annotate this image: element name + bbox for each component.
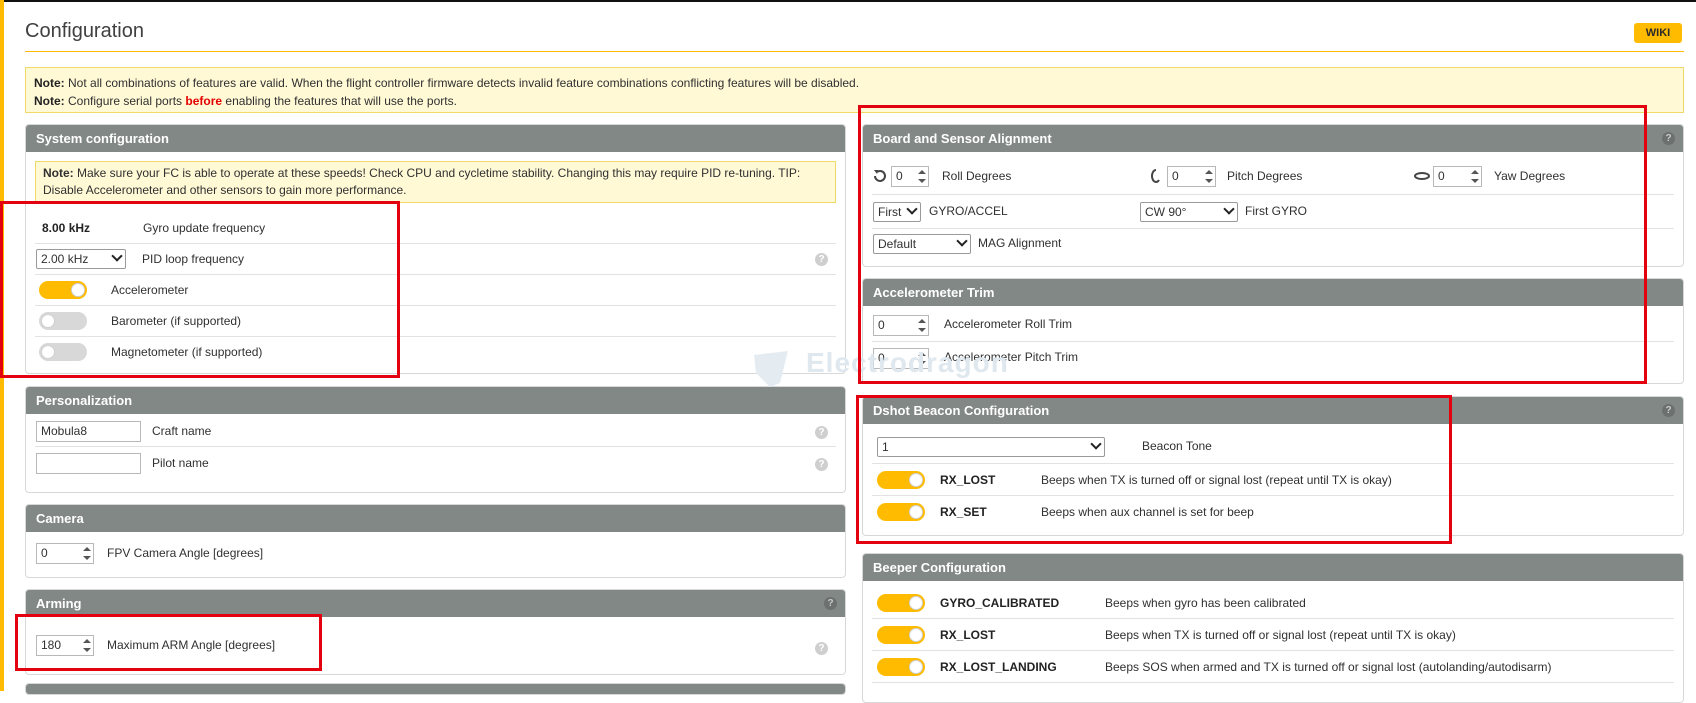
camera-angle-row: 0 FPV Camera Angle [degrees] bbox=[35, 538, 836, 569]
craft-name-label: Craft name bbox=[152, 424, 212, 438]
pilot-name-row: Pilot name ? bbox=[35, 448, 836, 479]
beeper-rx-lost-desc: Beeps when TX is turned off or signal lo… bbox=[1105, 628, 1456, 642]
system-note: Note: Make sure your FC is able to opera… bbox=[35, 161, 836, 203]
highlight-box bbox=[0, 201, 400, 378]
beeper-rx-lost-landing-name: RX_LOST_LANDING bbox=[940, 660, 1057, 674]
pilot-name-input[interactable] bbox=[36, 453, 141, 474]
beeper-rx-lost-toggle[interactable] bbox=[877, 626, 925, 644]
camera-angle-label: FPV Camera Angle [degrees] bbox=[107, 546, 264, 560]
help-icon[interactable]: ? bbox=[1662, 404, 1675, 417]
beeper-gyro-calibrated-name: GYRO_CALIBRATED bbox=[940, 596, 1060, 610]
note-text: Not all combinations of features are val… bbox=[64, 76, 860, 90]
panel-title: Personalization bbox=[26, 387, 845, 414]
page-header: Configuration WIKI bbox=[25, 14, 1684, 52]
spinner-icon[interactable] bbox=[83, 546, 91, 561]
beeper-gyro-calibrated-row: GYRO_CALIBRATED Beeps when gyro has been… bbox=[872, 587, 1674, 619]
camera-panel: Camera 0 FPV Camera Angle [degrees] bbox=[25, 504, 846, 578]
panel-title: System configuration bbox=[26, 125, 845, 152]
panel-title: Beeper Configuration bbox=[863, 554, 1683, 581]
watermark-logo bbox=[754, 351, 788, 387]
highlight-box bbox=[856, 395, 1452, 544]
beeper-configuration-panel: Beeper Configuration GYRO_CALIBRATED Bee… bbox=[862, 553, 1684, 703]
next-panel bbox=[25, 683, 846, 695]
beeper-rx-lost-landing-toggle[interactable] bbox=[877, 658, 925, 676]
beeper-rx-lost-landing-desc: Beeps SOS when armed and TX is turned of… bbox=[1105, 660, 1552, 674]
top-border bbox=[0, 0, 1696, 2]
help-icon[interactable]: ? bbox=[815, 426, 828, 439]
camera-angle-value: 0 bbox=[41, 546, 48, 560]
help-icon[interactable]: ? bbox=[815, 642, 828, 655]
beeper-rx-lost-landing-row: RX_LOST_LANDING Beeps SOS when armed and… bbox=[872, 651, 1674, 683]
highlight-box bbox=[858, 105, 1647, 384]
wiki-button[interactable]: WIKI bbox=[1634, 23, 1682, 43]
camera-angle-input[interactable]: 0 bbox=[36, 543, 94, 564]
beeper-gyro-calibrated-desc: Beeps when gyro has been calibrated bbox=[1105, 596, 1306, 610]
craft-name-input[interactable]: Mobula8 bbox=[36, 421, 141, 442]
note-text: Make sure your FC is able to operate at … bbox=[43, 166, 801, 197]
note-text: enabling the features that will use the … bbox=[222, 94, 457, 108]
toggle-knob bbox=[909, 628, 923, 642]
highlight-box bbox=[15, 614, 322, 671]
beeper-rx-lost-row: RX_LOST Beeps when TX is turned off or s… bbox=[872, 619, 1674, 651]
page-title: Configuration bbox=[25, 20, 144, 42]
note-prefix: Note: bbox=[34, 76, 65, 90]
toggle-knob bbox=[909, 596, 923, 610]
personalization-panel: Personalization Mobula8 Craft name ? Pil… bbox=[25, 386, 846, 493]
craft-name-row: Mobula8 Craft name ? bbox=[35, 416, 836, 447]
panel-header-bar bbox=[26, 684, 845, 694]
pilot-name-label: Pilot name bbox=[152, 456, 209, 470]
note-text: Configure serial ports bbox=[64, 94, 186, 108]
help-icon[interactable]: ? bbox=[815, 253, 828, 266]
panel-title: Camera bbox=[26, 505, 845, 532]
help-icon[interactable]: ? bbox=[824, 597, 837, 610]
toggle-knob bbox=[909, 660, 923, 674]
beeper-rx-lost-name: RX_LOST bbox=[940, 628, 996, 642]
note-prefix: Note: bbox=[43, 166, 74, 180]
note-emphasis: before bbox=[185, 94, 223, 108]
help-icon[interactable]: ? bbox=[1662, 132, 1675, 145]
note-prefix: Note: bbox=[34, 94, 65, 108]
panel-title: Arming ? bbox=[26, 590, 845, 617]
beeper-gyro-calibrated-toggle[interactable] bbox=[877, 594, 925, 612]
help-icon[interactable]: ? bbox=[815, 458, 828, 471]
